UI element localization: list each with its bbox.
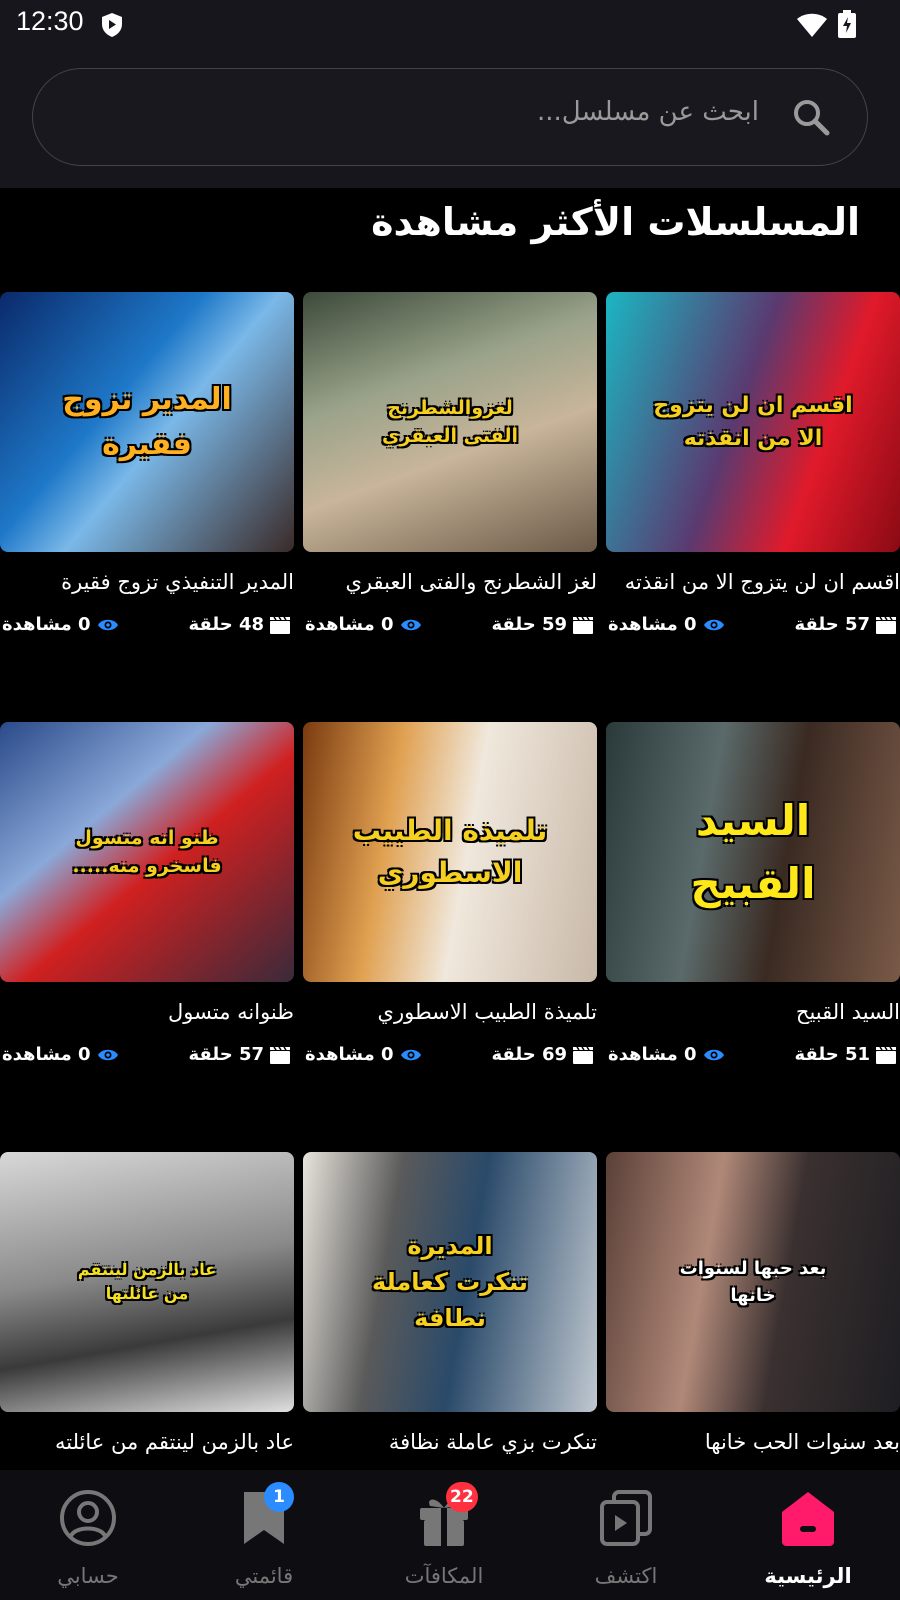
episodes-text: 59 حلقة xyxy=(491,614,567,635)
series-poster[interactable]: المدير تزوج فقيرة xyxy=(0,292,294,552)
discover-icon xyxy=(600,1490,652,1546)
series-poster[interactable]: عاد بالزمن لينتقم من عائلتها xyxy=(0,1152,294,1412)
episodes-count: 48 حلقة xyxy=(188,614,290,635)
section-title: المسلسلات الأكثر مشاهدة xyxy=(371,200,860,244)
clapper-icon xyxy=(270,1046,290,1064)
series-meta: 69 حلقة 0 مشاهدة xyxy=(303,1044,597,1070)
series-title[interactable]: تلميذة الطبيب الاسطوري xyxy=(303,1000,597,1024)
status-bar: 12:30 xyxy=(0,0,900,50)
views-text: 0 مشاهدة xyxy=(2,614,91,635)
eye-icon xyxy=(703,619,724,630)
series-title[interactable]: المدير التنفيذي تزوج فقيرة xyxy=(0,570,294,594)
episodes-text: 57 حلقة xyxy=(188,1044,264,1065)
eye-icon xyxy=(97,619,118,630)
poster-caption: بعد حبها لسنوات خانها xyxy=(679,1258,827,1306)
episodes-count: 57 حلقة xyxy=(794,614,896,635)
clapper-icon xyxy=(573,1046,593,1064)
series-poster[interactable]: اقسم ان لن يتزوج الا من انقذته xyxy=(606,292,900,552)
nav-rewards[interactable]: 22 المكافآت xyxy=(354,1482,534,1598)
episodes-count: 51 حلقة xyxy=(794,1044,896,1065)
series-title[interactable]: اقسم ان لن يتزوج الا من انقذته xyxy=(606,570,900,594)
episodes-count: 59 حلقة xyxy=(491,614,593,635)
views-count: 0 مشاهدة xyxy=(608,614,725,635)
series-poster[interactable]: لغزوالشطرنج الفتى العبقري xyxy=(303,292,597,552)
series-meta: 57 حلقة 0 مشاهدة xyxy=(606,614,900,640)
views-text: 0 مشاهدة xyxy=(608,1044,697,1065)
eye-icon xyxy=(97,1049,118,1060)
views-count: 0 مشاهدة xyxy=(2,1044,119,1065)
episodes-text: 57 حلقة xyxy=(794,614,870,635)
series-meta: 59 حلقة 0 مشاهدة xyxy=(303,614,597,640)
poster-caption: السيد القبيح xyxy=(690,796,816,908)
poster-caption: عاد بالزمن لينتقم من عائلتها xyxy=(77,1260,217,1303)
series-title[interactable]: السيد القبيح xyxy=(606,1000,900,1024)
nav-mylist-label: قائمتي xyxy=(234,1564,294,1588)
series-title[interactable]: بعد سنوات الحب خانها xyxy=(606,1430,900,1454)
nav-home[interactable]: الرئيسية xyxy=(718,1488,898,1598)
nav-rewards-label: المكافآت xyxy=(404,1564,484,1588)
eye-icon xyxy=(703,1049,724,1060)
series-poster[interactable]: بعد حبها لسنوات خانها xyxy=(606,1152,900,1412)
episodes-text: 69 حلقة xyxy=(491,1044,567,1065)
series-poster[interactable]: ظنو انه متسول فاسخرو منه..... xyxy=(0,722,294,982)
views-text: 0 مشاهدة xyxy=(608,614,697,635)
wifi-icon xyxy=(797,13,827,37)
search-placeholder: ابحث عن مسلسل... xyxy=(536,97,759,127)
nav-mylist[interactable]: 1 قائمتي xyxy=(174,1482,354,1598)
status-time: 12:30 xyxy=(16,6,84,36)
views-text: 0 مشاهدة xyxy=(305,1044,394,1065)
series-title[interactable]: تنكرت بزي عاملة نظافة xyxy=(303,1430,597,1454)
rewards-badge: 22 xyxy=(446,1482,478,1512)
bottom-nav: الرئيسية اكتشف 22 المكافآت 1 قائمتي حساب… xyxy=(0,1470,900,1600)
shield-icon xyxy=(102,13,122,37)
views-count: 0 مشاهدة xyxy=(2,614,119,635)
series-title[interactable]: ظنوانه متسول xyxy=(0,1000,294,1024)
account-icon xyxy=(60,1490,116,1546)
series-title[interactable]: لغز الشطرنج والفتى العبقري xyxy=(303,570,597,594)
clapper-icon xyxy=(270,616,290,634)
episodes-count: 69 حلقة xyxy=(491,1044,593,1065)
poster-caption: المديرة تنكرت كعاملة نطافة xyxy=(372,1232,528,1332)
search-area: ابحث عن مسلسل... xyxy=(0,50,900,188)
clapper-icon xyxy=(876,1046,896,1064)
poster-caption: المدير تزوج فقيرة xyxy=(62,382,232,462)
eye-icon xyxy=(400,1049,421,1060)
poster-caption: تلميذة الطبيب الاسطوري xyxy=(352,814,548,889)
episodes-text: 48 حلقة xyxy=(188,614,264,635)
series-meta: 57 حلقة 0 مشاهدة xyxy=(0,1044,294,1070)
series-meta: 48 حلقة 0 مشاهدة xyxy=(0,614,294,640)
views-count: 0 مشاهدة xyxy=(305,614,422,635)
clapper-icon xyxy=(573,616,593,634)
clapper-icon xyxy=(876,616,896,634)
episodes-text: 51 حلقة xyxy=(794,1044,870,1065)
eye-icon xyxy=(400,619,421,630)
views-count: 0 مشاهدة xyxy=(608,1044,725,1065)
views-text: 0 مشاهدة xyxy=(305,614,394,635)
nav-home-label: الرئيسية xyxy=(764,1564,852,1588)
home-icon xyxy=(782,1492,834,1546)
nav-discover-label: اكتشف xyxy=(594,1564,658,1588)
search-input[interactable]: ابحث عن مسلسل... xyxy=(32,68,868,166)
series-title[interactable]: عاد بالزمن لينتقم من عائلته xyxy=(0,1430,294,1454)
mylist-badge: 1 xyxy=(264,1482,294,1512)
views-count: 0 مشاهدة xyxy=(305,1044,422,1065)
series-poster[interactable]: المديرة تنكرت كعاملة نطافة xyxy=(303,1152,597,1412)
nav-account[interactable]: حسابي xyxy=(0,1488,178,1598)
episodes-count: 57 حلقة xyxy=(188,1044,290,1065)
series-meta: 51 حلقة 0 مشاهدة xyxy=(606,1044,900,1070)
battery-icon xyxy=(838,10,856,38)
poster-caption: ظنو انه متسول فاسخرو منه..... xyxy=(72,826,222,878)
series-poster[interactable]: تلميذة الطبيب الاسطوري xyxy=(303,722,597,982)
poster-caption: لغزوالشطرنج الفتى العبقري xyxy=(382,396,518,448)
nav-account-label: حسابي xyxy=(57,1564,119,1588)
search-icon[interactable] xyxy=(791,97,831,137)
series-poster[interactable]: السيد القبيح xyxy=(606,722,900,982)
nav-discover[interactable]: اكتشف xyxy=(536,1488,716,1598)
poster-caption: اقسم ان لن يتزوج الا من انقذته xyxy=(653,393,853,451)
views-text: 0 مشاهدة xyxy=(2,1044,91,1065)
